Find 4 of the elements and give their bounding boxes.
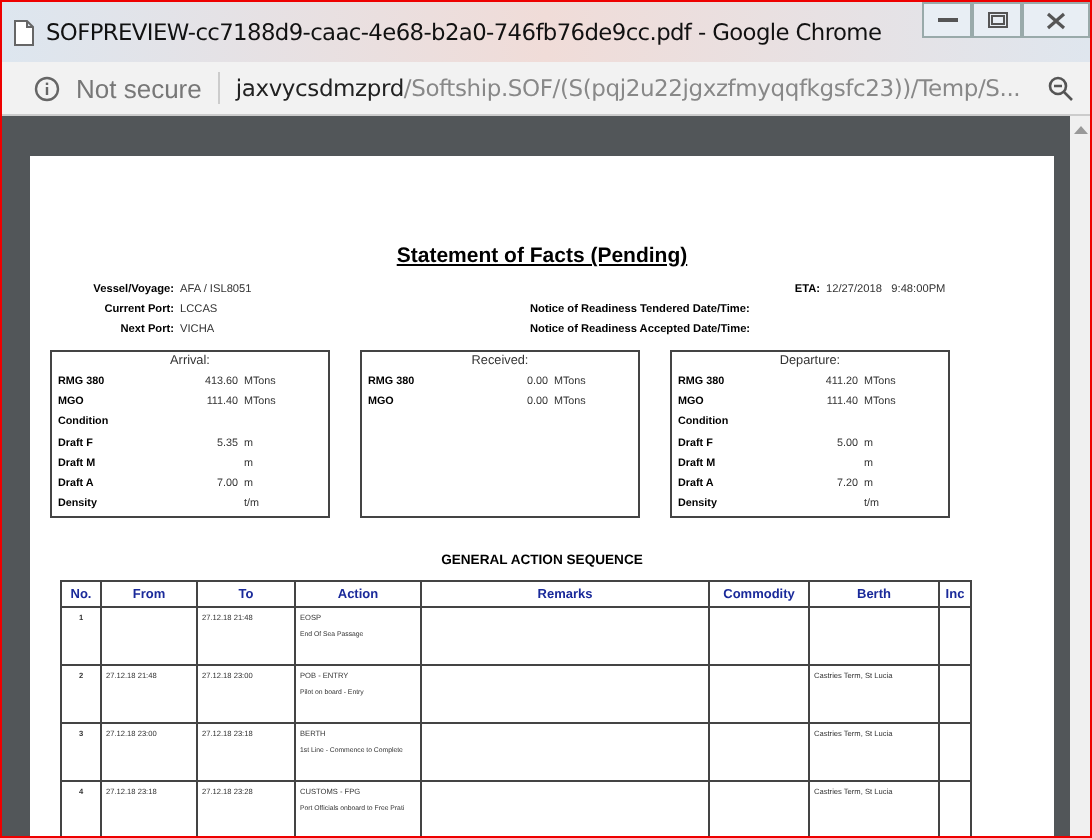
- document-title: Statement of Facts (Pending): [394, 244, 690, 268]
- url-field[interactable]: jaxvycsdmzprd/Softship.SOF/(S(pqj2u22jgxzfmyqqfkgsfc23))/Temp/S...: [235, 74, 1021, 102]
- security-label: Not secure: [76, 73, 202, 103]
- window-title: SOFPREVIEW-cc7188d9-caac-4e68-b2a0-746fb76de9cc.pdf - Google Chrome: [46, 18, 882, 46]
